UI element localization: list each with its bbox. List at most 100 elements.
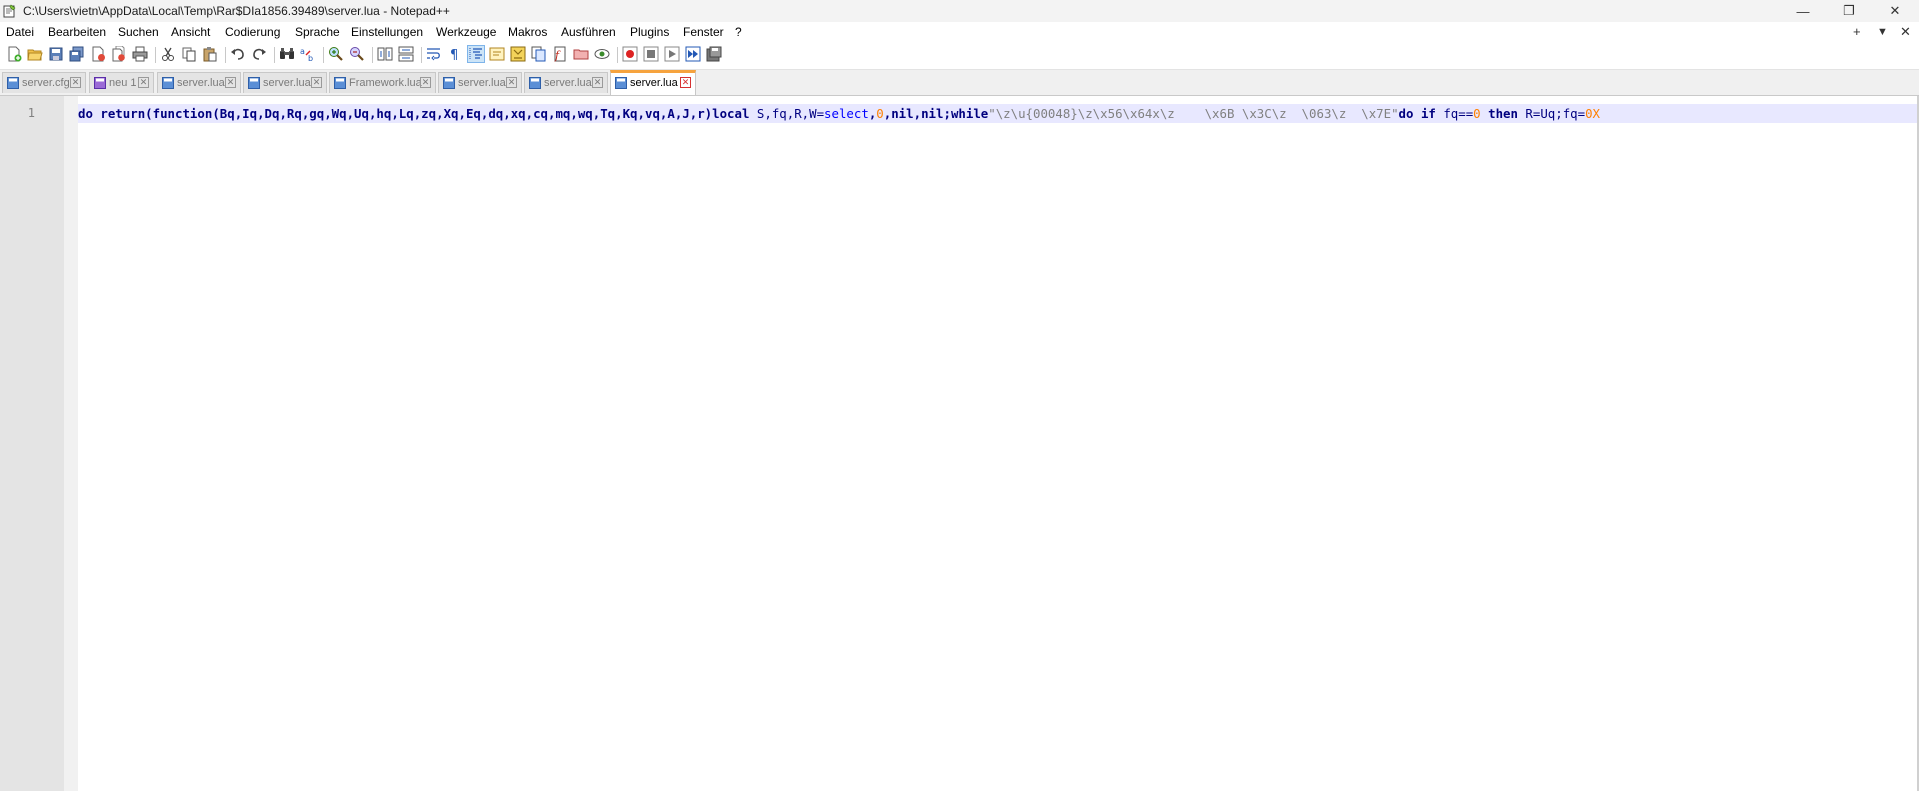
playback-macro-icon[interactable]	[664, 46, 680, 62]
menu-bearbeiten[interactable]: Bearbeiten	[48, 25, 106, 39]
document-list-icon[interactable]	[531, 46, 547, 62]
close-document-icon[interactable]: ✕	[1900, 24, 1911, 40]
function-list-icon[interactable]: f	[552, 46, 568, 62]
tab-server-cfg[interactable]: server.cfg ✕	[2, 72, 86, 93]
tab-framework-lua[interactable]: Framework.lua ✕	[329, 72, 436, 93]
title-bar: C:\Users\vietn\AppData\Local\Temp\Rar$DI…	[0, 0, 1919, 22]
show-all-characters-icon[interactable]: ¶	[447, 46, 463, 62]
paste-icon[interactable]	[202, 46, 218, 62]
menu-sprache[interactable]: Sprache	[295, 25, 340, 39]
menu-einstellungen[interactable]: Einstellungen	[351, 25, 423, 39]
menu-plugins[interactable]: Plugins	[630, 25, 669, 39]
print-icon[interactable]	[132, 46, 148, 62]
save-macro-icon[interactable]	[706, 46, 722, 62]
tab-server-lua-2[interactable]: server.lua ✕	[243, 72, 327, 93]
replace-icon[interactable]: ab	[300, 46, 316, 62]
window-title: C:\Users\vietn\AppData\Local\Temp\Rar$DI…	[23, 4, 450, 18]
tab-server-lua-active[interactable]: server.lua ✕	[610, 70, 696, 95]
close-all-icon[interactable]	[111, 46, 127, 62]
notepad-plus-plus-icon	[3, 4, 16, 18]
tab-close-icon[interactable]: ✕	[225, 77, 236, 88]
code-token: local	[712, 106, 750, 121]
editor-area[interactable]: 1 do return(function(Bq,Iq,Dq,Rq,gq,Wq,U…	[0, 96, 1919, 791]
code-line-1[interactable]: do return(function(Bq,Iq,Dq,Rq,gq,Wq,Uq,…	[78, 104, 1919, 123]
menu-ausfuehren[interactable]: Ausführen	[561, 25, 616, 39]
line-number: 1	[27, 106, 35, 120]
cut-icon[interactable]	[160, 46, 176, 62]
stop-recording-icon[interactable]	[643, 46, 659, 62]
menu-fenster[interactable]: Fenster	[683, 25, 724, 39]
tab-label: Framework.lua	[349, 77, 422, 89]
unsaved-file-icon	[94, 77, 106, 89]
tab-neu-1[interactable]: neu 1 ✕	[89, 72, 154, 93]
toolbar-separator	[372, 47, 373, 63]
new-tab-plus-icon[interactable]: +	[1853, 24, 1861, 39]
redo-icon[interactable]	[251, 46, 267, 62]
close-file-icon[interactable]	[90, 46, 106, 62]
tab-close-icon[interactable]: ✕	[680, 77, 691, 88]
minimize-button[interactable]: —	[1780, 0, 1826, 22]
saved-file-icon	[7, 77, 19, 89]
new-file-icon[interactable]	[6, 46, 22, 62]
saved-file-icon	[615, 77, 627, 89]
menu-makros[interactable]: Makros	[508, 25, 547, 39]
tab-server-lua-4[interactable]: server.lua ✕	[524, 72, 608, 93]
menu-suchen[interactable]: Suchen	[118, 25, 159, 39]
tab-list-dropdown-icon[interactable]: ▼	[1877, 26, 1888, 38]
copy-icon[interactable]	[181, 46, 197, 62]
find-binoculars-icon[interactable]	[279, 46, 295, 62]
indent-guide-icon[interactable]	[467, 45, 485, 63]
menu-ansicht[interactable]: Ansicht	[171, 25, 210, 39]
run-macro-multiple-icon[interactable]	[685, 46, 701, 62]
word-wrap-icon[interactable]	[426, 46, 442, 62]
tab-close-icon[interactable]: ✕	[420, 77, 431, 88]
undo-icon[interactable]	[230, 46, 246, 62]
code-token: "\z\u{00048}\z\x56\x64x\z \x6B \x3C\z \0…	[988, 106, 1399, 121]
close-icon: ✕	[1889, 3, 1901, 18]
line-number-gutter: 1	[0, 96, 64, 791]
folder-as-workspace-icon[interactable]	[573, 46, 589, 62]
tab-close-icon[interactable]: ✕	[592, 77, 603, 88]
code-token: do	[1398, 106, 1414, 121]
tab-label: server.lua	[544, 77, 592, 89]
code-token: (	[145, 106, 153, 121]
toolbar: ab ¶ f	[0, 42, 1919, 70]
tab-label: server.lua	[630, 77, 678, 89]
close-button[interactable]: ✕	[1872, 0, 1918, 22]
code-token: if	[1420, 106, 1436, 121]
code-token: fq==	[1435, 106, 1474, 121]
tab-server-lua-3[interactable]: server.lua ✕	[438, 72, 522, 93]
tab-label: neu 1	[109, 77, 137, 89]
maximize-button[interactable]: ❐	[1826, 0, 1872, 22]
menu-codierung[interactable]: Codierung	[225, 25, 280, 39]
menu-datei[interactable]: Datei	[6, 25, 34, 39]
zoom-out-icon[interactable]	[349, 46, 365, 62]
sync-vertical-scroll-icon[interactable]	[377, 46, 393, 62]
code-token: ,	[913, 106, 922, 121]
zoom-in-icon[interactable]	[328, 46, 344, 62]
tab-label: server.lua	[177, 77, 225, 89]
tab-close-icon[interactable]: ✕	[311, 77, 322, 88]
user-defined-language-icon[interactable]	[489, 46, 505, 62]
tab-close-icon[interactable]: ✕	[506, 77, 517, 88]
menu-help[interactable]: ?	[735, 25, 742, 39]
tab-server-lua-1[interactable]: server.lua ✕	[157, 72, 241, 93]
svg-text:a: a	[300, 47, 305, 56]
save-icon[interactable]	[48, 46, 64, 62]
code-token: S,fq,R,W=	[749, 106, 825, 121]
code-token: nil	[891, 106, 914, 121]
menu-werkzeuge[interactable]: Werkzeuge	[436, 25, 496, 39]
tab-close-icon[interactable]: ✕	[70, 77, 81, 88]
tab-close-icon[interactable]: ✕	[138, 77, 149, 88]
code-token: (Bq,Iq,Dq,Rq,gq,Wq,Uq,hq,Lq,zq,Xq,Eq,dq,…	[212, 106, 713, 121]
saved-file-icon	[162, 77, 174, 89]
document-map-icon[interactable]	[510, 46, 526, 62]
toolbar-separator	[323, 47, 324, 63]
code-token: 0	[876, 106, 884, 121]
monitoring-eye-icon[interactable]	[594, 46, 610, 62]
save-all-icon[interactable]	[69, 46, 85, 62]
sync-horizontal-scroll-icon[interactable]	[398, 46, 414, 62]
open-folder-icon[interactable]	[27, 46, 43, 62]
record-macro-icon[interactable]	[622, 46, 638, 62]
